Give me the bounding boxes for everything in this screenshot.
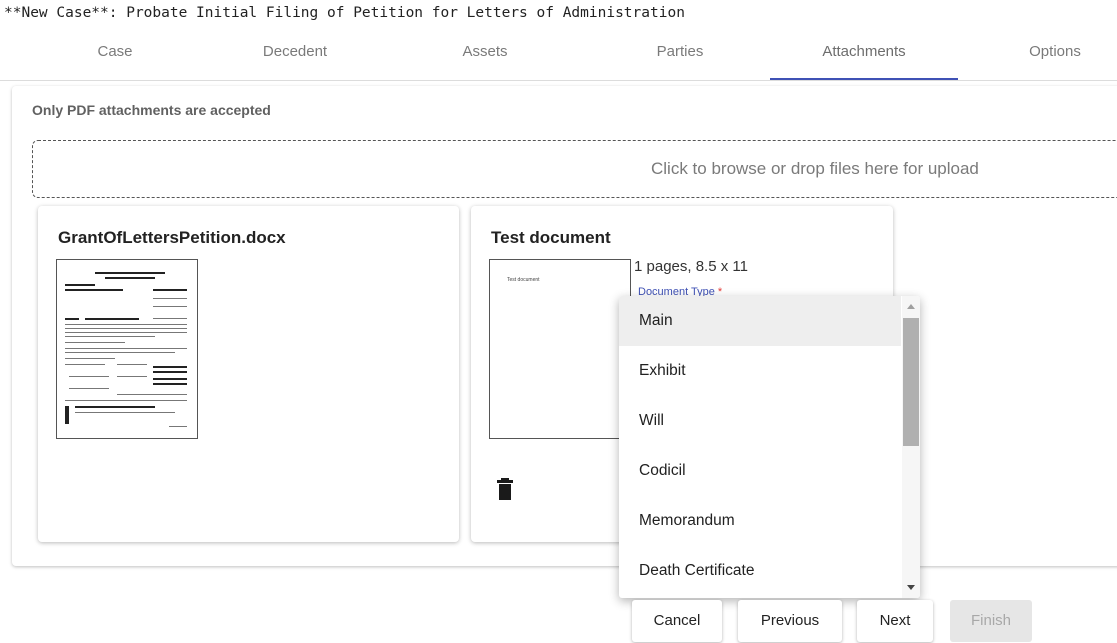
finish-button[interactable]: Finish bbox=[950, 600, 1032, 642]
page-info: 1 pages, 8.5 x 11 bbox=[634, 258, 748, 275]
pdf-only-notice: Only PDF attachments are accepted bbox=[32, 102, 271, 118]
document-thumbnail[interactable] bbox=[56, 259, 198, 439]
previous-button[interactable]: Previous bbox=[738, 600, 842, 642]
tab-case[interactable]: Case bbox=[10, 32, 220, 80]
option-main[interactable]: Main bbox=[619, 296, 901, 346]
attachment-file-name: GrantOfLettersPetition.docx bbox=[58, 228, 286, 247]
scrollbar-thumb[interactable] bbox=[903, 318, 919, 446]
attachment-card: GrantOfLettersPetition.docx bbox=[38, 206, 459, 542]
option-will[interactable]: Will bbox=[619, 396, 901, 446]
document-type-listbox[interactable]: Main Exhibit Will Codicil Memorandum Dea… bbox=[619, 296, 920, 598]
attachment-file-name: Test document bbox=[491, 228, 611, 247]
thumbnail-text: Test document bbox=[507, 277, 540, 283]
tab-parties[interactable]: Parties bbox=[575, 32, 785, 80]
cancel-button[interactable]: Cancel bbox=[632, 600, 722, 642]
tab-decedent[interactable]: Decedent bbox=[190, 32, 400, 80]
listbox-scrollbar[interactable] bbox=[902, 296, 920, 598]
dropzone-text: Click to browse or drop files here for u… bbox=[651, 159, 979, 178]
option-memorandum[interactable]: Memorandum bbox=[619, 496, 901, 546]
tab-attachments[interactable]: Attachments bbox=[770, 32, 958, 80]
tab-assets[interactable]: Assets bbox=[380, 32, 590, 80]
upload-dropzone[interactable]: Click to browse or drop files here for u… bbox=[32, 140, 1117, 198]
scroll-down-icon[interactable] bbox=[907, 585, 915, 590]
option-codicil[interactable]: Codicil bbox=[619, 446, 901, 496]
page-title: **New Case**: Probate Initial Filing of … bbox=[4, 5, 685, 21]
option-exhibit[interactable]: Exhibit bbox=[619, 346, 901, 396]
document-thumbnail[interactable]: Test document bbox=[489, 259, 631, 439]
option-death-certificate[interactable]: Death Certificate bbox=[619, 546, 901, 596]
scroll-up-icon[interactable] bbox=[907, 304, 915, 309]
wizard-tabs: Case Decedent Assets Parties Attachments… bbox=[0, 32, 1117, 81]
trash-icon[interactable] bbox=[497, 478, 513, 500]
tab-options[interactable]: Options bbox=[950, 32, 1117, 80]
next-button[interactable]: Next bbox=[857, 600, 933, 642]
